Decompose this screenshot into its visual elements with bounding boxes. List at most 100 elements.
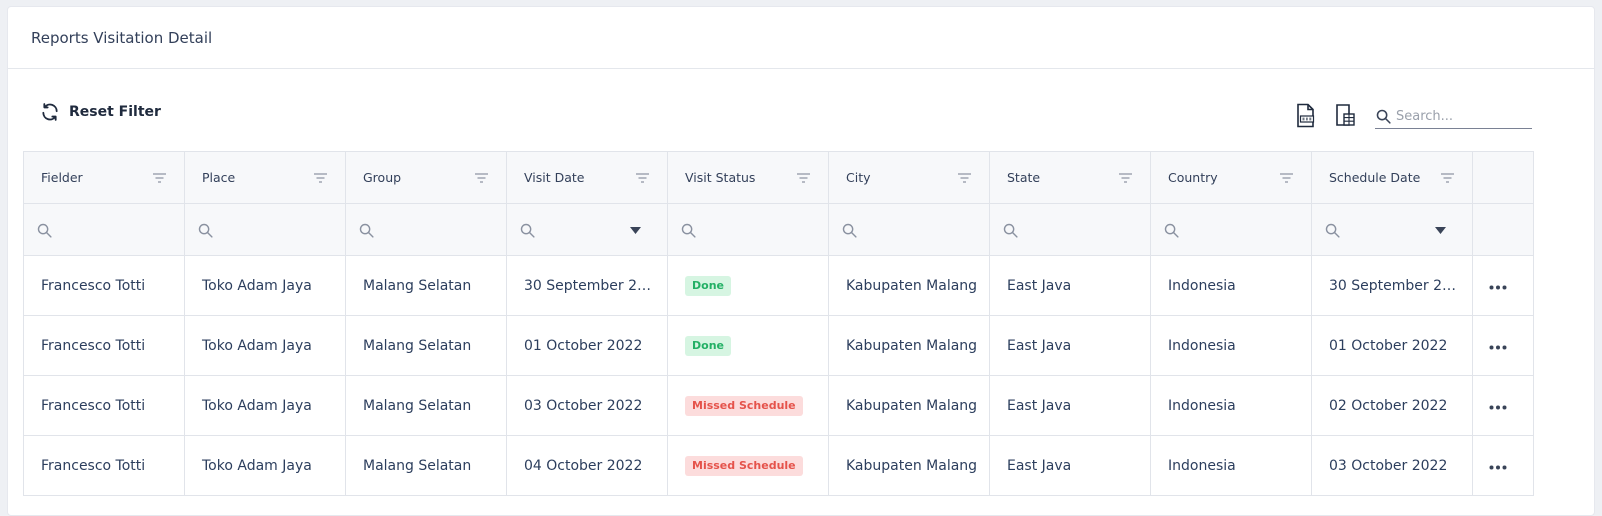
status-badge: Done — [685, 275, 731, 296]
filter-icon[interactable] — [1441, 173, 1454, 183]
status-badge: Missed Schedule — [685, 455, 803, 476]
table-row[interactable]: Francesco Totti Toko Adam Jaya Malang Sela… — [23, 255, 1534, 316]
filter-icon[interactable] — [958, 173, 971, 183]
chevron-down-icon[interactable] — [630, 227, 641, 234]
column-header-place[interactable]: Place — [184, 151, 346, 204]
column-header-country[interactable]: Country — [1150, 151, 1312, 204]
column-header-visit-status[interactable]: Visit Status — [667, 151, 829, 204]
cell-place: Toko Adam Jaya — [184, 375, 346, 436]
global-search[interactable] — [1375, 104, 1532, 129]
more-horizontal-icon — [1489, 345, 1507, 349]
column-filter-schedule-date[interactable] — [1311, 203, 1473, 256]
cell-group: Malang Selatan — [345, 375, 507, 436]
cell-schedule-date: 01 October 2022 — [1311, 315, 1473, 376]
column-header-label: City — [846, 170, 871, 185]
column-filter-actions — [1472, 203, 1534, 256]
cell-place: Toko Adam Jaya — [184, 435, 346, 496]
cell-state: East Java — [989, 315, 1151, 376]
column-filter-visit-date[interactable] — [506, 203, 668, 256]
cell-fielder: Francesco Totti — [23, 375, 185, 436]
row-actions-button[interactable] — [1472, 375, 1534, 436]
cell-group: Malang Selatan — [345, 315, 507, 376]
visitation-table: Fielder Place Group Visit Date Visit Sta… — [23, 151, 1534, 496]
column-filter-visit-status[interactable] — [667, 203, 829, 256]
search-icon — [520, 223, 535, 238]
filter-icon[interactable] — [636, 173, 649, 183]
column-filter-place[interactable] — [184, 203, 346, 256]
column-header-schedule-date[interactable]: Schedule Date — [1311, 151, 1473, 204]
table-row[interactable]: Francesco Totti Toko Adam Jaya Malang Sela… — [23, 375, 1534, 436]
filter-icon[interactable] — [314, 173, 327, 183]
cell-schedule-date: 02 October 2022 — [1311, 375, 1473, 436]
cell-state: East Java — [989, 435, 1151, 496]
column-header-visit-date[interactable]: Visit Date — [506, 151, 668, 204]
row-actions-button[interactable] — [1472, 315, 1534, 376]
more-horizontal-icon — [1489, 285, 1507, 289]
cell-fielder: Francesco Totti — [23, 315, 185, 376]
column-header-label: Group — [363, 170, 402, 185]
filter-row — [23, 203, 1534, 256]
cell-fielder: Francesco Totti — [23, 435, 185, 496]
filter-icon[interactable] — [797, 173, 810, 183]
cell-city: Kabupaten Malang — [828, 315, 990, 376]
cell-schedule-date: 03 October 2022 — [1311, 435, 1473, 496]
cell-group: Malang Selatan — [345, 435, 507, 496]
filter-icon[interactable] — [475, 173, 488, 183]
table-row[interactable]: Francesco Totti Toko Adam Jaya Malang Sela… — [23, 315, 1534, 376]
search-icon — [1325, 223, 1340, 238]
search-icon — [198, 223, 213, 238]
filter-icon[interactable] — [1280, 173, 1293, 183]
filter-icon[interactable] — [153, 173, 166, 183]
cell-visit-status: Missed Schedule — [667, 375, 829, 436]
cell-city: Kabupaten Malang — [828, 255, 990, 316]
cell-place: Toko Adam Jaya — [184, 255, 346, 316]
cell-schedule-date: 30 September 2022 — [1311, 255, 1473, 316]
cell-visit-date: 03 October 2022 — [506, 375, 668, 436]
search-input[interactable] — [1396, 108, 1526, 124]
search-icon — [1003, 223, 1018, 238]
status-badge: Missed Schedule — [685, 395, 803, 416]
csv-file-icon[interactable] — [1294, 103, 1318, 129]
column-filter-state[interactable] — [989, 203, 1151, 256]
card-header: Reports Visitation Detail — [8, 7, 1594, 69]
cell-country: Indonesia — [1150, 435, 1312, 496]
spreadsheet-icon[interactable] — [1333, 103, 1357, 129]
cell-country: Indonesia — [1150, 375, 1312, 436]
search-icon — [1376, 109, 1391, 124]
cell-fielder: Francesco Totti — [23, 255, 185, 316]
column-header-label: State — [1007, 170, 1041, 185]
cell-visit-date: 30 September 2022 — [506, 255, 668, 316]
cell-visit-date: 04 October 2022 — [506, 435, 668, 496]
filter-icon[interactable] — [1119, 173, 1132, 183]
more-horizontal-icon — [1489, 465, 1507, 469]
search-icon — [681, 223, 696, 238]
cell-visit-status: Done — [667, 315, 829, 376]
search-icon — [359, 223, 374, 238]
column-header-actions — [1472, 151, 1534, 204]
search-icon — [37, 223, 52, 238]
column-header-label: Visit Status — [685, 170, 756, 185]
column-filter-group[interactable] — [345, 203, 507, 256]
cell-group: Malang Selatan — [345, 255, 507, 316]
column-header-group[interactable]: Group — [345, 151, 507, 204]
more-horizontal-icon — [1489, 405, 1507, 409]
column-filter-country[interactable] — [1150, 203, 1312, 256]
refresh-icon — [42, 103, 58, 121]
table-row[interactable]: Francesco Totti Toko Adam Jaya Malang Sela… — [23, 435, 1534, 496]
column-filter-city[interactable] — [828, 203, 990, 256]
chevron-down-icon[interactable] — [1435, 227, 1446, 234]
column-filter-fielder[interactable] — [23, 203, 185, 256]
column-header-state[interactable]: State — [989, 151, 1151, 204]
row-actions-button[interactable] — [1472, 435, 1534, 496]
reset-filter-button[interactable]: Reset Filter — [40, 102, 161, 122]
toolbar: Reset Filter — [0, 62, 1602, 156]
search-icon — [1164, 223, 1179, 238]
cell-city: Kabupaten Malang — [828, 375, 990, 436]
column-header-fielder[interactable]: Fielder — [23, 151, 185, 204]
page-title: Reports Visitation Detail — [31, 28, 213, 47]
column-header-city[interactable]: City — [828, 151, 990, 204]
cell-state: East Java — [989, 375, 1151, 436]
cell-place: Toko Adam Jaya — [184, 315, 346, 376]
search-icon — [842, 223, 857, 238]
row-actions-button[interactable] — [1472, 255, 1534, 316]
